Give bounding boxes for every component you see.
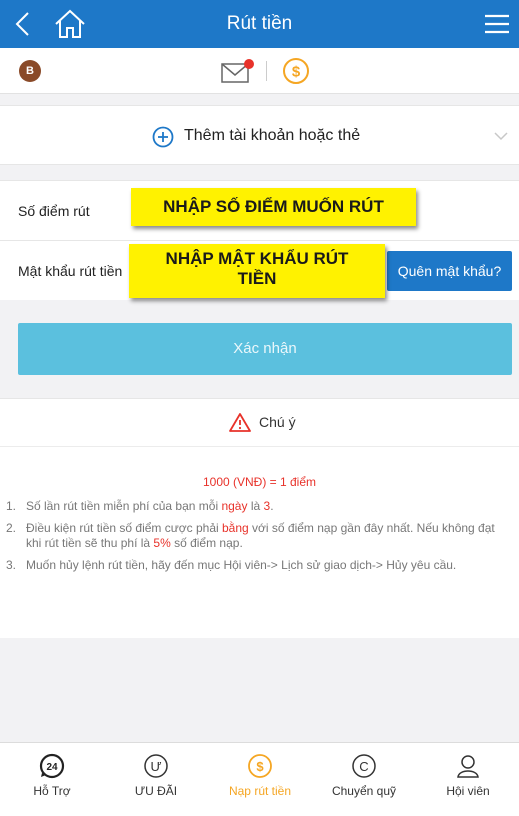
add-account-label: Thêm tài khoản hoặc thẻ [184,127,361,144]
nav-item-transfer[interactable]: C Chuyển quỹ [312,743,416,816]
rule-item: 1. Số lần rút tiền miễn phí của bạn mỗi … [6,499,511,514]
password-callout: NHẬP MẬT KHẨU RÚT TIỀN [129,244,385,298]
divider [266,61,267,81]
sub-bar: B $ [0,48,519,94]
rule-highlight: bằng [222,521,249,535]
rule-text: Số lần rút tiền miễn phí của bạn mỗi [26,499,222,513]
hamburger-menu-icon[interactable] [481,8,513,40]
exchange-rate: 1000 (VNĐ) = 1 điểm [202,475,317,489]
nav-label: ƯU ĐÃI [134,784,178,798]
svg-text:$: $ [256,759,264,774]
top-bar: Rút tiền [0,0,519,48]
notice-section: Chú ý 1000 (VNĐ) = 1 điểm 1. Số lần rút … [0,398,519,638]
svg-text:$: $ [292,64,301,81]
rule-text: số điểm nạp. [170,536,243,550]
plus-circle-icon [152,126,174,148]
rule-item: 2. Điều kiện rút tiền số điểm cược phải … [6,521,511,551]
svg-text:C: C [359,759,368,774]
rule-text: là [247,499,264,513]
points-callout: NHẬP SỐ ĐIỂM MUỐN RÚT [131,188,416,226]
bottom-nav: 24 Hỗ Trợ Ư ƯU ĐÃI $ Nạp rút tiền C Chuy… [0,742,519,816]
forgot-password-button[interactable]: Quên mật khẩu? [387,251,512,291]
notice-header: Chú ý [0,399,519,447]
member-icon [457,755,479,778]
password-callout-line2: TIỀN [237,269,277,288]
notice-rules: 1. Số lần rút tiền miễn phí của bạn mỗi … [6,499,511,580]
transfer-icon: C [352,754,376,778]
nav-item-support[interactable]: 24 Hỗ Trợ [0,743,104,816]
nav-label: Hỗ Trợ [33,784,71,798]
home-icon[interactable] [52,6,88,42]
svg-text:Ư: Ư [150,759,161,774]
svg-text:24: 24 [46,762,58,773]
avatar[interactable]: B [19,60,41,82]
rule-text: . [270,499,274,513]
nav-item-member[interactable]: Hội viên [416,743,519,816]
rule-item: 3. Muốn hủy lệnh rút tiền, hãy đến mục H… [6,558,511,573]
password-callout-line1: NHẬP MẬT KHẨU RÚT [165,249,349,268]
rule-number: 1. [6,499,17,513]
nav-item-promo[interactable]: Ư ƯU ĐÃI [104,743,208,816]
nav-label: Nạp rút tiền [228,784,292,798]
rule-highlight: ngày [221,499,248,513]
promo-icon: Ư [144,754,168,778]
add-account-row[interactable]: Thêm tài khoản hoặc thẻ [0,105,519,165]
nav-item-deposit-withdraw[interactable]: $ Nạp rút tiền [208,743,312,816]
confirm-button[interactable]: Xác nhận [18,323,512,375]
back-arrow-icon[interactable] [8,8,40,40]
rule-text: Muốn hủy lệnh rút tiền, hãy đến mục Hội … [26,558,457,572]
rule-number: 2. [6,521,17,535]
rule-highlight: 5% [153,536,171,550]
nav-label: Hội viên [446,784,490,798]
dollar-coin-icon: $ [248,754,272,778]
rule-number: 3. [6,558,17,572]
rule-text: Điều kiện rút tiền số điểm cược phải [26,521,222,535]
points-label: Số điểm rút [18,203,90,219]
chevron-down-icon[interactable] [493,130,509,142]
warning-icon [229,413,251,432]
password-label: Mật khẩu rút tiền [18,263,123,279]
notice-title: Chú ý [259,414,296,430]
support-24-icon: 24 [39,753,65,779]
mail-notification-icon[interactable] [221,58,255,84]
nav-label: Chuyển quỹ [331,784,397,798]
dollar-coin-icon[interactable]: $ [282,57,310,85]
